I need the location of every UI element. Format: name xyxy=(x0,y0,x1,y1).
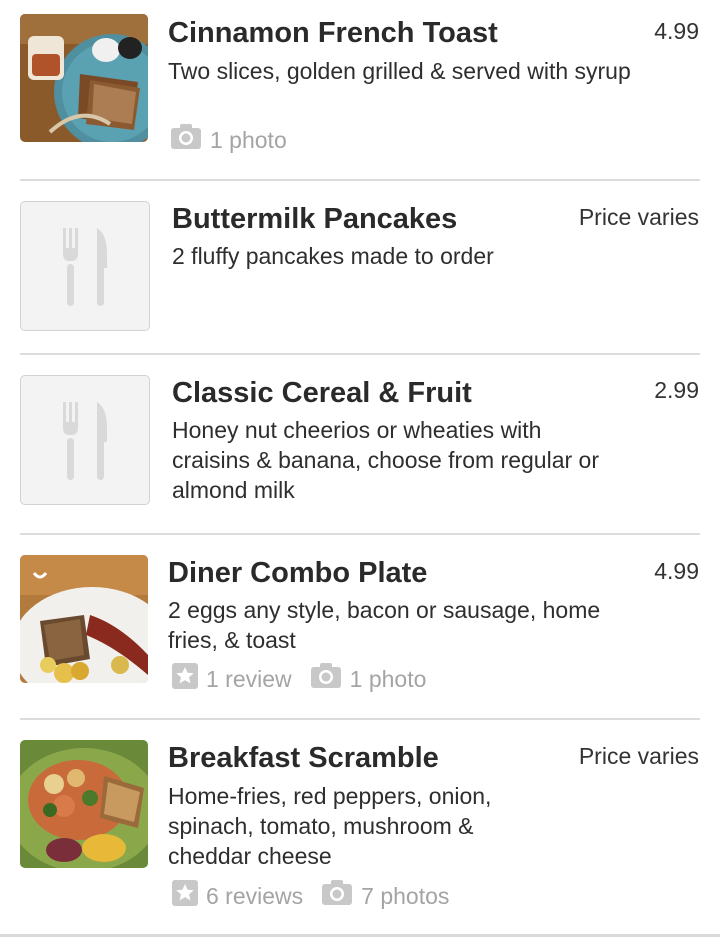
item-title[interactable]: Breakfast Scramble xyxy=(168,742,439,775)
item-title[interactable]: Cinnamon French Toast xyxy=(168,17,498,50)
item-description: 2 eggs any style, bacon or sausage, home… xyxy=(168,597,601,653)
scramble-photo[interactable] xyxy=(20,740,148,868)
menu-item-classic-cereal-fruit[interactable]: Classic Cereal & Fruit 2.99 Honey nut ch… xyxy=(0,355,720,533)
french-toast-photo[interactable] xyxy=(20,14,148,142)
item-title[interactable]: Diner Combo Plate xyxy=(168,557,427,590)
photo-count-link[interactable]: 7 photos xyxy=(361,883,449,910)
item-description: Honey nut cheerios or wheaties with crai… xyxy=(172,417,599,503)
item-description: Home-fries, red peppers, onion, spinach,… xyxy=(168,783,492,869)
review-count-link[interactable]: 1 review xyxy=(206,666,292,693)
item-price: 4.99 xyxy=(654,18,699,44)
item-title[interactable]: Buttermilk Pancakes xyxy=(172,203,457,236)
menu-list: Cinnamon French Toast 4.99 Two slices, g… xyxy=(0,0,720,937)
item-title[interactable]: Classic Cereal & Fruit xyxy=(172,377,472,410)
camera-icon xyxy=(321,880,353,912)
menu-item-buttermilk-pancakes[interactable]: Buttermilk Pancakes Price varies 2 fluff… xyxy=(0,181,720,353)
menu-item-diner-combo-plate[interactable]: Diner Combo Plate 4.99 2 eggs any style,… xyxy=(0,535,720,718)
star-icon xyxy=(172,663,198,695)
item-meta: 1 review 1 photo xyxy=(172,663,426,695)
camera-icon xyxy=(310,663,342,695)
menu-item-cinnamon-french-toast[interactable]: Cinnamon French Toast 4.99 Two slices, g… xyxy=(0,0,720,180)
star-icon xyxy=(172,880,198,912)
fork-knife-placeholder-icon xyxy=(20,201,150,331)
item-description: 2 fluffy pancakes made to order xyxy=(172,243,494,269)
item-meta: 1 photo xyxy=(170,124,287,156)
item-price: Price varies xyxy=(578,743,699,769)
review-count-link[interactable]: 6 reviews xyxy=(206,883,303,910)
item-meta: 6 reviews 7 photos xyxy=(172,880,449,912)
item-price: 4.99 xyxy=(654,558,699,584)
item-description: Two slices, golden grilled & served with… xyxy=(168,58,631,84)
item-price: Price varies xyxy=(578,204,699,230)
item-price: 2.99 xyxy=(654,377,699,403)
photo-count-link[interactable]: 1 photo xyxy=(210,127,287,154)
fork-knife-placeholder-icon xyxy=(20,375,150,505)
menu-item-breakfast-scramble[interactable]: Breakfast Scramble Price varies Home-fri… xyxy=(0,720,720,934)
combo-plate-photo[interactable] xyxy=(20,555,148,683)
camera-icon xyxy=(170,124,202,156)
photo-count-link[interactable]: 1 photo xyxy=(350,666,427,693)
